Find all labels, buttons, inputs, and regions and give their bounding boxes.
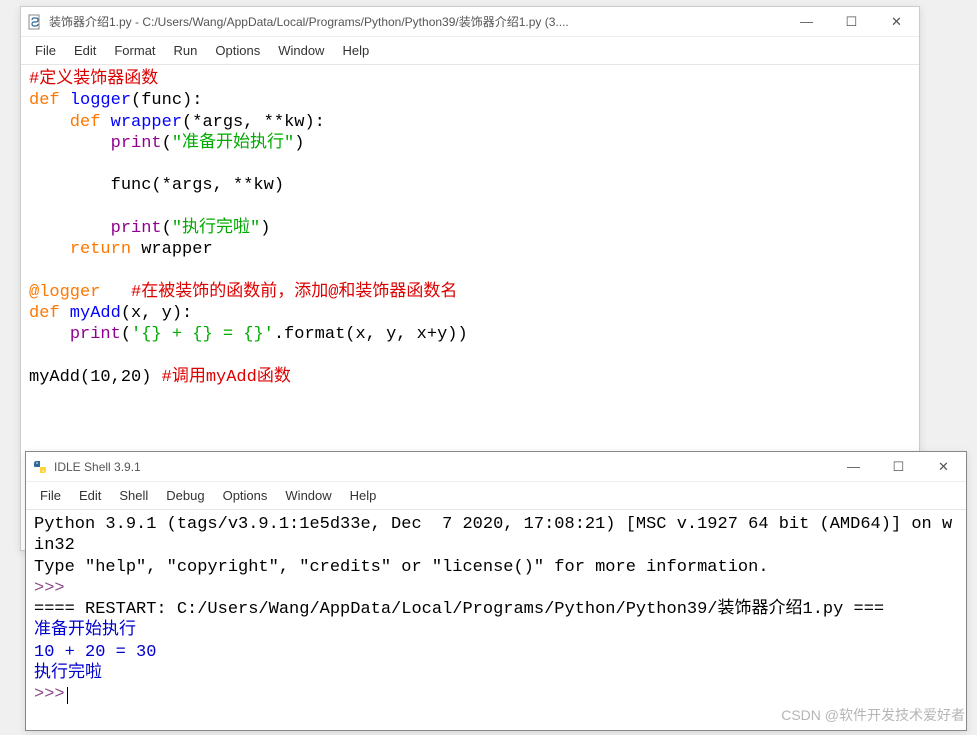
code-keyword: def bbox=[29, 304, 60, 323]
menu-options[interactable]: Options bbox=[207, 41, 268, 60]
shell-banner: Python 3.9.1 (tags/v3.9.1:1e5d33e, Dec 7… bbox=[34, 515, 952, 555]
menu-edit[interactable]: Edit bbox=[71, 486, 109, 505]
maximize-button[interactable]: ☐ bbox=[829, 7, 874, 36]
menu-window[interactable]: Window bbox=[277, 486, 339, 505]
code-text: wrapper bbox=[131, 240, 213, 259]
code-builtin: print bbox=[111, 134, 162, 153]
shell-titlebar[interactable]: IDLE Shell 3.9.1 — ☐ ✕ bbox=[26, 452, 966, 482]
menu-help[interactable]: Help bbox=[342, 486, 385, 505]
shell-menubar: File Edit Shell Debug Options Window Hel… bbox=[26, 482, 966, 510]
code-text: func(*args, **kw) bbox=[29, 176, 284, 195]
code-text: .format(x, y, x+y)) bbox=[274, 325, 468, 344]
menu-help[interactable]: Help bbox=[334, 41, 377, 60]
menu-run[interactable]: Run bbox=[166, 41, 206, 60]
editor-menubar: File Edit Format Run Options Window Help bbox=[21, 37, 919, 65]
shell-title: IDLE Shell 3.9.1 bbox=[54, 460, 831, 474]
code-comment: #定义装饰器函数 bbox=[29, 70, 158, 89]
shell-prompt: >>> bbox=[34, 685, 65, 704]
shell-window: IDLE Shell 3.9.1 — ☐ ✕ File Edit Shell D… bbox=[25, 451, 967, 731]
code-comment: #调用myAdd函数 bbox=[162, 368, 291, 387]
editor-titlebar[interactable]: 装饰器介绍1.py - C:/Users/Wang/AppData/Local/… bbox=[21, 7, 919, 37]
shell-stdout: 10 + 20 = 30 bbox=[34, 643, 156, 662]
code-keyword: return bbox=[70, 240, 131, 259]
code-text: ) bbox=[260, 219, 270, 238]
python-file-icon bbox=[27, 14, 43, 30]
code-text bbox=[29, 325, 70, 344]
code-text: (x, y): bbox=[121, 304, 192, 323]
editor-window-controls: — ☐ ✕ bbox=[784, 7, 919, 36]
code-text bbox=[29, 219, 111, 238]
code-def-name: wrapper bbox=[100, 113, 182, 132]
menu-debug[interactable]: Debug bbox=[158, 486, 212, 505]
menu-file[interactable]: File bbox=[32, 486, 69, 505]
shell-banner: Type "help", "copyright", "credits" or "… bbox=[34, 558, 769, 577]
code-string: "执行完啦" bbox=[172, 219, 260, 238]
minimize-button[interactable]: — bbox=[784, 7, 829, 36]
minimize-button[interactable]: — bbox=[831, 452, 876, 481]
code-text: (func): bbox=[131, 91, 202, 110]
code-keyword: def bbox=[29, 91, 60, 110]
code-def-name: myAdd bbox=[60, 304, 121, 323]
menu-window[interactable]: Window bbox=[270, 41, 332, 60]
code-comment: #在被装饰的函数前，添加@和装饰器函数名 bbox=[131, 283, 457, 302]
shell-stdout: 准备开始执行 bbox=[34, 621, 136, 640]
code-text: (*args, **kw): bbox=[182, 113, 325, 132]
menu-shell[interactable]: Shell bbox=[111, 486, 156, 505]
code-keyword: def bbox=[29, 113, 100, 132]
shell-output[interactable]: Python 3.9.1 (tags/v3.9.1:1e5d33e, Dec 7… bbox=[26, 510, 966, 709]
code-text bbox=[29, 240, 70, 259]
python-shell-icon bbox=[32, 459, 48, 475]
code-builtin: print bbox=[70, 325, 121, 344]
code-text: myAdd(10,20) bbox=[29, 368, 162, 387]
menu-edit[interactable]: Edit bbox=[66, 41, 104, 60]
maximize-button[interactable]: ☐ bbox=[876, 452, 921, 481]
menu-file[interactable]: File bbox=[27, 41, 64, 60]
code-text: ( bbox=[162, 134, 172, 153]
watermark-text: CSDN @软件开发技术爱好者 bbox=[781, 705, 965, 725]
code-editor[interactable]: #定义装饰器函数 def logger(func): def wrapper(*… bbox=[21, 65, 919, 392]
shell-stdout: 执行完啦 bbox=[34, 664, 102, 683]
code-string: "准备开始执行" bbox=[172, 134, 294, 153]
code-text: ) bbox=[294, 134, 304, 153]
shell-window-controls: — ☐ ✕ bbox=[831, 452, 966, 481]
menu-options[interactable]: Options bbox=[215, 486, 276, 505]
close-button[interactable]: ✕ bbox=[874, 7, 919, 36]
code-decorator: @logger bbox=[29, 283, 131, 302]
menu-format[interactable]: Format bbox=[106, 41, 163, 60]
code-def-name: logger bbox=[60, 91, 131, 110]
code-builtin: print bbox=[111, 219, 162, 238]
shell-restart: ==== RESTART: C:/Users/Wang/AppData/Loca… bbox=[34, 600, 884, 619]
close-button[interactable]: ✕ bbox=[921, 452, 966, 481]
code-text bbox=[29, 134, 111, 153]
text-cursor bbox=[67, 687, 68, 704]
code-text: ( bbox=[162, 219, 172, 238]
editor-title: 装饰器介绍1.py - C:/Users/Wang/AppData/Local/… bbox=[49, 13, 784, 30]
code-text: ( bbox=[121, 325, 131, 344]
shell-prompt: >>> bbox=[34, 579, 65, 598]
code-string: '{} + {} = {}' bbox=[131, 325, 274, 344]
